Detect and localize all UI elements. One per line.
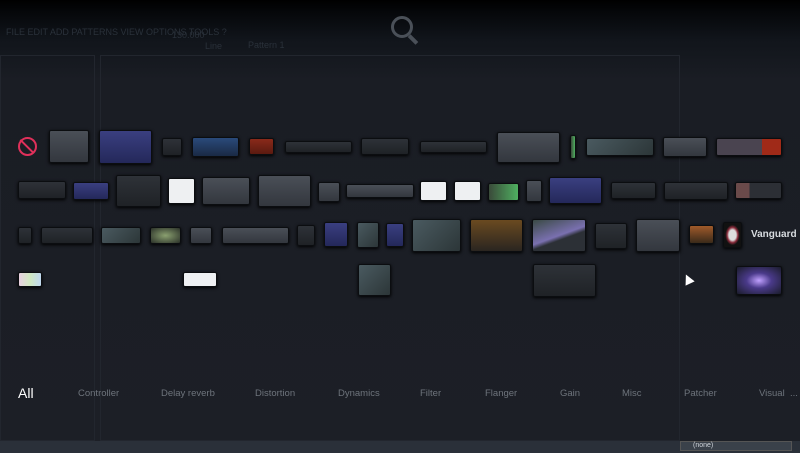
plugin-thumbnail[interactable] <box>412 219 461 252</box>
plugin-thumbnail[interactable] <box>162 138 182 156</box>
plugin-thumbnail[interactable] <box>611 182 656 199</box>
vanguard-thumbnail[interactable] <box>723 222 742 248</box>
search-icon[interactable] <box>391 16 413 38</box>
tab-gain[interactable]: Gain <box>560 388 580 399</box>
plugin-thumbnail[interactable] <box>324 222 348 247</box>
snap-selector: Line <box>205 41 223 51</box>
tab-all[interactable]: All <box>18 385 34 401</box>
plugin-thumbnail[interactable] <box>664 182 728 200</box>
no-plugin-icon[interactable] <box>18 137 37 156</box>
tab-visual[interactable]: Visual <box>759 388 785 399</box>
plugin-thumbnail[interactable] <box>168 178 195 204</box>
plugin-thumbnail[interactable] <box>361 138 409 155</box>
plugin-thumbnail[interactable] <box>192 137 239 157</box>
plugin-thumbnail[interactable] <box>116 175 161 207</box>
tab-dynamics[interactable]: Dynamics <box>338 388 380 399</box>
plugin-thumbnail[interactable] <box>73 182 109 200</box>
more-tabs-button[interactable]: ... <box>790 388 798 399</box>
plugin-thumbnail[interactable] <box>101 227 141 244</box>
plugin-thumbnail[interactable] <box>222 227 289 244</box>
tempo-display: 130.000 <box>172 30 205 40</box>
tab-patcher[interactable]: Patcher <box>684 388 717 399</box>
tab-misc[interactable]: Misc <box>622 388 642 399</box>
plugin-thumbnail[interactable] <box>663 137 707 157</box>
plugin-thumbnail[interactable] <box>357 222 379 248</box>
plugin-thumbnail[interactable] <box>150 227 181 244</box>
tab-delay-reverb[interactable]: Delay reverb <box>161 388 215 399</box>
plugin-thumbnail[interactable] <box>497 132 560 163</box>
plugin-thumbnail[interactable] <box>249 138 274 155</box>
plugin-thumbnail[interactable] <box>386 223 404 247</box>
plugin-thumbnail[interactable] <box>99 130 152 164</box>
plugin-thumbnail[interactable] <box>549 177 602 204</box>
plugin-thumbnail[interactable] <box>202 177 250 205</box>
plugin-thumbnail[interactable] <box>454 181 481 201</box>
plugin-thumbnail[interactable] <box>420 141 487 153</box>
plugin-thumbnail[interactable] <box>420 181 447 201</box>
plugin-thumbnail[interactable] <box>258 175 311 207</box>
plugin-thumbnail[interactable] <box>488 183 519 201</box>
plugin-thumbnail[interactable] <box>526 180 542 202</box>
plugin-thumbnail[interactable] <box>532 219 586 252</box>
plugin-thumbnail[interactable] <box>595 223 627 249</box>
plugin-thumbnail[interactable] <box>736 266 782 295</box>
tab-flanger[interactable]: Flanger <box>485 388 517 399</box>
vanguard-label[interactable]: Vanguard <box>751 229 797 240</box>
tab-filter[interactable]: Filter <box>420 388 441 399</box>
plugin-thumbnail[interactable] <box>636 219 680 252</box>
plugin-thumbnail[interactable] <box>346 184 414 198</box>
plugin-thumbnail[interactable] <box>183 272 217 287</box>
plugin-thumbnail[interactable] <box>533 264 596 297</box>
plugin-thumbnail[interactable] <box>470 219 523 252</box>
plugin-thumbnail[interactable] <box>285 141 352 153</box>
plugin-thumbnail[interactable] <box>735 182 782 199</box>
plugin-thumbnail[interactable] <box>41 227 93 244</box>
plugin-thumbnail[interactable] <box>18 227 32 244</box>
plugin-thumbnail[interactable] <box>689 225 714 244</box>
plugin-thumbnail[interactable] <box>570 135 576 159</box>
plugin-thumbnail[interactable] <box>190 227 212 244</box>
plugin-thumbnail[interactable] <box>49 130 89 163</box>
plugin-thumbnail[interactable] <box>297 225 315 246</box>
pattern-selector: Pattern 1 <box>248 40 285 50</box>
channel-target-select: (none) <box>680 441 792 451</box>
plugin-thumbnail[interactable] <box>18 181 66 199</box>
plugin-thumbnail[interactable] <box>586 138 654 156</box>
plugin-thumbnail[interactable] <box>18 272 42 287</box>
tab-distortion[interactable]: Distortion <box>255 388 295 399</box>
category-tabs: All Controller Delay reverb Distortion D… <box>0 383 800 403</box>
plugin-thumbnail[interactable] <box>358 264 391 296</box>
tab-controller[interactable]: Controller <box>78 388 119 399</box>
plugin-thumbnail[interactable] <box>716 138 782 156</box>
plugin-thumbnail[interactable] <box>318 182 340 202</box>
